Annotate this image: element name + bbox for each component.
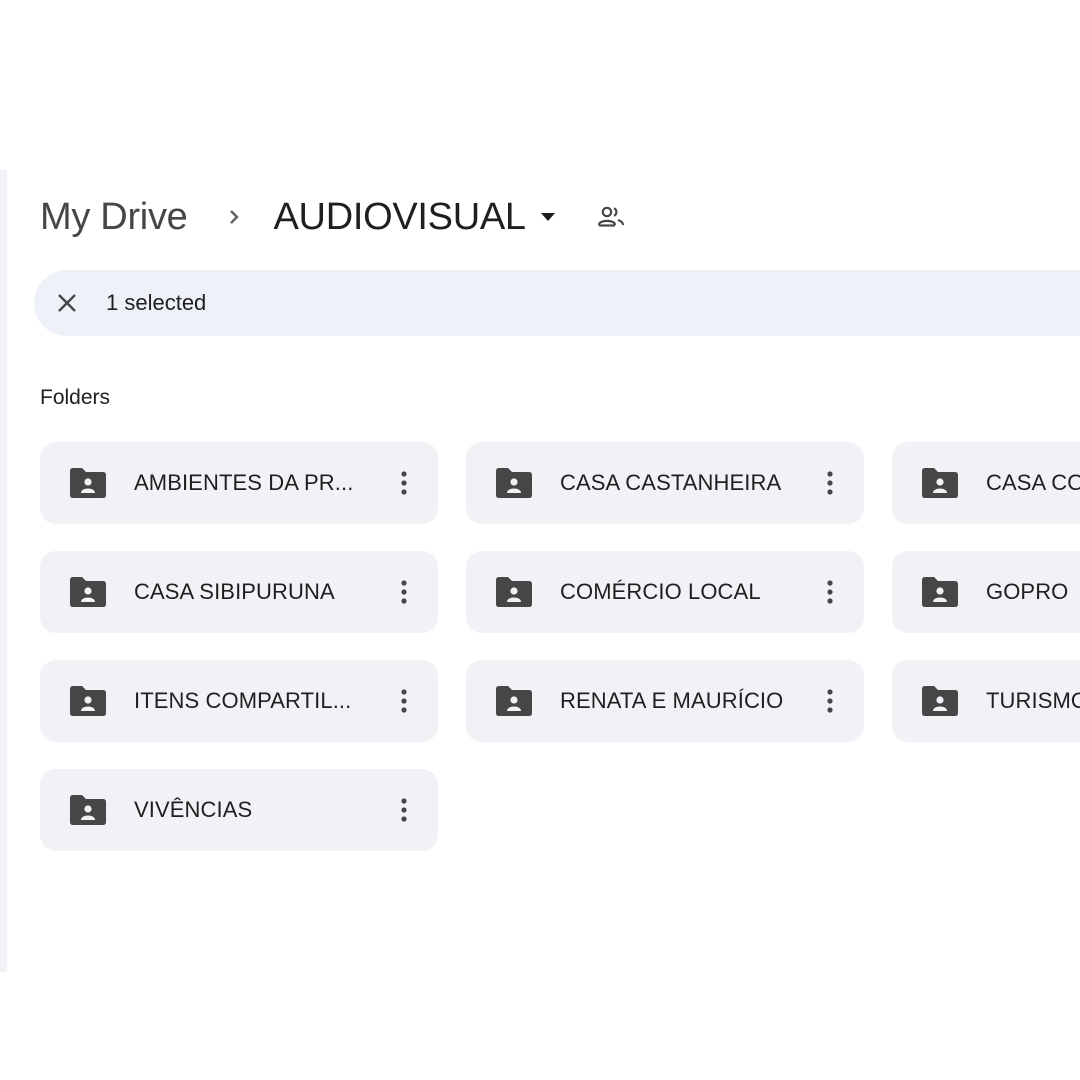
shared-folder-icon [70, 795, 106, 825]
shared-folder-icon [70, 468, 106, 498]
shared-folder-icon [496, 577, 532, 607]
people-icon[interactable] [596, 202, 626, 232]
folder-card[interactable]: CASA CASTANHEIRA [466, 442, 864, 524]
more-actions-button[interactable] [396, 579, 412, 605]
folder-card[interactable]: VIVÊNCIAS [40, 769, 438, 851]
folder-card[interactable]: COMÉRCIO LOCAL [466, 551, 864, 633]
more-actions-button[interactable] [822, 579, 838, 605]
folders-section-title: Folders [40, 386, 111, 409]
more-actions-button[interactable] [396, 470, 412, 496]
shared-folder-icon [496, 468, 532, 498]
shared-folder-icon [70, 686, 106, 716]
more-vert-icon [401, 471, 407, 495]
breadcrumb-current-folder[interactable]: AUDIOVISUAL [274, 196, 556, 239]
breadcrumb-my-drive[interactable]: My Drive [40, 196, 188, 239]
more-vert-icon [401, 689, 407, 713]
shared-folder-icon [70, 577, 106, 607]
more-vert-icon [827, 471, 833, 495]
selected-count: 1 selected [106, 290, 207, 315]
shared-folder-icon [922, 686, 958, 716]
folder-name: TURISMO [986, 688, 1080, 713]
selection-toolbar: 1 selected [34, 270, 1080, 336]
folder-name: AMBIENTES DA PR... [134, 470, 354, 495]
more-actions-button[interactable] [822, 470, 838, 496]
more-actions-button[interactable] [396, 688, 412, 714]
more-vert-icon [401, 580, 407, 604]
folder-card[interactable]: CASA SIBIPURUNA [40, 551, 438, 633]
shared-folder-icon [496, 686, 532, 716]
more-actions-button[interactable] [396, 797, 412, 823]
shared-folder-icon [922, 468, 958, 498]
more-vert-icon [827, 580, 833, 604]
more-vert-icon [401, 798, 407, 822]
clear-selection-button[interactable] [52, 288, 82, 318]
breadcrumb: My Drive AUDIOVISUAL [40, 192, 626, 242]
caret-down-icon [540, 213, 555, 221]
close-icon [58, 294, 76, 312]
chevron-right-icon [229, 210, 239, 224]
folder-name: GOPRO [986, 579, 1069, 604]
current-folder-label: AUDIOVISUAL [273, 195, 527, 238]
folder-grid: AMBIENTES DA PR... CASA CASTANHEIRA CASA… [40, 442, 1080, 862]
folder-card[interactable]: GOPRO [892, 551, 1080, 633]
folder-name: ITENS COMPARTIL... [134, 688, 352, 713]
folder-name: CASA CO [986, 470, 1080, 495]
more-vert-icon [827, 689, 833, 713]
sidebar-edge [0, 170, 7, 972]
folder-name: COMÉRCIO LOCAL [560, 579, 761, 604]
more-actions-button[interactable] [822, 688, 838, 714]
folder-name: RENATA E MAURÍCIO [560, 688, 784, 713]
shared-folder-icon [922, 577, 958, 607]
folder-name: CASA CASTANHEIRA [560, 470, 782, 495]
drive-view: My Drive AUDIOVISUAL 1 selected Folders [0, 0, 1080, 1080]
folder-card[interactable]: TURISMO [892, 660, 1080, 742]
folder-name: VIVÊNCIAS [134, 797, 253, 822]
folder-card[interactable]: ITENS COMPARTIL... [40, 660, 438, 742]
folder-card[interactable]: CASA CO [892, 442, 1080, 524]
folder-card[interactable]: AMBIENTES DA PR... [40, 442, 438, 524]
folder-card[interactable]: RENATA E MAURÍCIO [466, 660, 864, 742]
folder-name: CASA SIBIPURUNA [134, 579, 335, 604]
